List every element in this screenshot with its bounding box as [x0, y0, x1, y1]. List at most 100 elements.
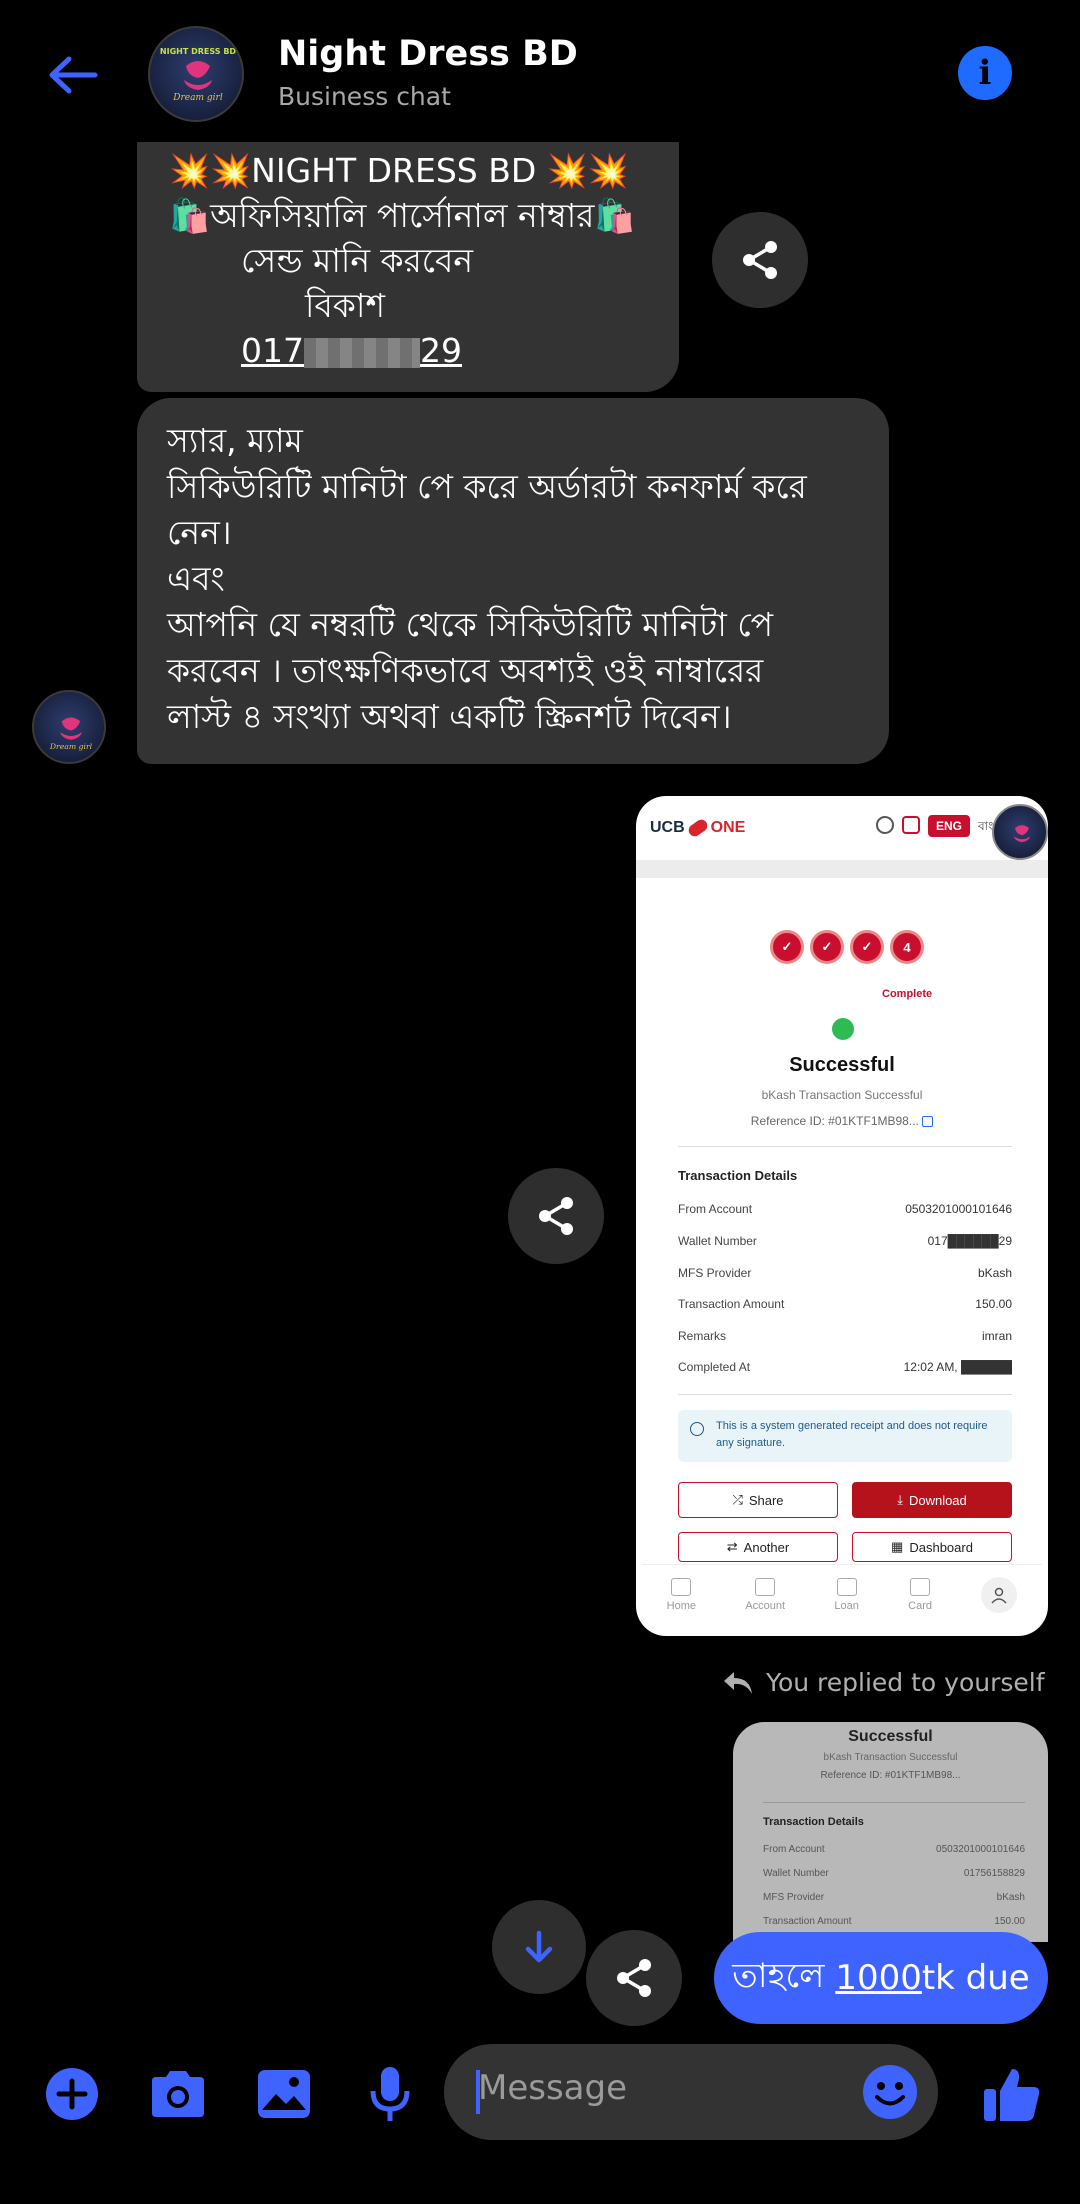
notice-text: This is a system generated receipt and d… [716, 1420, 988, 1449]
receipt-screenshot[interactable]: UCB ONE ENG বাং ✓ ✓ ✓ 4 Complete Success… [636, 796, 1048, 1636]
ucb-one-logo: UCB ONE [650, 817, 746, 839]
detail-value: 01756158829 [963, 1868, 1025, 1879]
share-icon [617, 1959, 651, 1997]
info-button[interactable]: i [958, 46, 1012, 100]
camera-button[interactable] [142, 2058, 214, 2130]
brand-left: UCB [650, 819, 685, 836]
back-arrow-icon [49, 56, 98, 94]
detail-value: 12:02 AM, ██████ [903, 1360, 1012, 1374]
step-done: ✓ [850, 930, 884, 964]
button-label: Another [743, 1539, 790, 1555]
contact-avatar[interactable]: NIGHT DRESS BD Dream girl [148, 26, 244, 122]
message-bubble-payment-info[interactable]: 💥💥NIGHT DRESS BD 💥💥 🛍️অফিসিয়ালি পার্সোন… [137, 142, 679, 392]
message-bubble-sent[interactable]: তাহলে 1000 tk due [714, 1932, 1048, 2024]
message-line: সেন্ড মানি করবেন [241, 241, 474, 280]
reply-indicator: You replied to yourself [722, 1668, 1045, 1697]
step-current: 4 [890, 930, 924, 964]
success-icon [832, 1018, 854, 1040]
message-line: এবং [167, 559, 225, 598]
nav-card: Card [908, 1577, 933, 1612]
like-button[interactable] [976, 2058, 1048, 2130]
amount-link[interactable]: 1000 [835, 1958, 922, 1998]
divider [636, 860, 1048, 878]
brand-logo: NIGHT DRESS BD Dream girl [160, 47, 236, 103]
info-icon [690, 1422, 704, 1436]
detail-label: Remarks [678, 1329, 727, 1343]
details-title: Transaction Details [678, 1168, 798, 1183]
system-notice: This is a system generated receipt and d… [678, 1410, 1012, 1462]
message-line: 🛍️অফিসিয়ালি পার্সোনাল নাম্বার🛍️ [169, 196, 636, 235]
copy-icon [922, 1116, 934, 1128]
emoji-button[interactable] [862, 2064, 918, 2120]
detail-row: From Account 0503201000101646 [678, 1202, 1012, 1216]
sender-avatar[interactable]: Dream girl [32, 690, 106, 764]
brand-right: ONE [710, 819, 746, 836]
language-pill: ENG [928, 815, 971, 837]
share-icon [539, 1197, 573, 1235]
svg-text:Dream girl: Dream girl [49, 742, 93, 751]
share-button[interactable] [508, 1168, 604, 1264]
share-icon: ⤮ [732, 1492, 743, 1507]
loan-icon [836, 1577, 857, 1596]
more-actions-button[interactable] [36, 2058, 108, 2130]
detail-value: bKash [977, 1266, 1012, 1280]
gallery-button[interactable] [248, 2058, 320, 2130]
dashboard-icon: ▦ [891, 1539, 904, 1554]
nav-label: Card [908, 1599, 933, 1612]
nav-account: Account [745, 1577, 785, 1612]
svg-text:Dream girl: Dream girl [172, 93, 223, 103]
detail-row: Wallet Number 017██████29 [678, 1234, 1012, 1248]
message-text: তাহলে [732, 1955, 836, 1996]
share-button[interactable] [586, 1930, 682, 2026]
divider [678, 1394, 1012, 1395]
share-icon [743, 241, 777, 279]
button-label: Download [908, 1492, 967, 1508]
detail-row: MFS Provider bKash [678, 1266, 1012, 1280]
preview-subtitle: bKash Transaction Successful [823, 1752, 958, 1763]
card-icon [910, 1577, 931, 1596]
back-button[interactable] [38, 40, 108, 110]
nav-home: Home [667, 1577, 696, 1612]
detail-value: 150.00 [975, 1297, 1012, 1311]
phone-number-suffix: 29 [420, 331, 462, 370]
message-bubble-instruction[interactable]: স্যার, ম্যাম সিকিউরিটি মানিটা পে করে অর্… [137, 398, 889, 764]
phone-number-link[interactable]: 017 29 [169, 328, 679, 373]
nav-label: Loan [834, 1599, 859, 1612]
message-line: স্যার, ম্যাম [167, 421, 303, 460]
repeat-icon: ⇄ [726, 1539, 738, 1554]
arrow-down-icon [525, 1930, 553, 1963]
button-label: Dashboard [909, 1539, 973, 1555]
divider [763, 1802, 1025, 1803]
message-line: করবেন । তাৎক্ষণিকভাবে অবশ্যই ওই নাম্বারে… [167, 651, 764, 690]
preview-row: From Account 0503201000101646 [763, 1844, 1025, 1855]
message-line: আপনি যে নম্বরটি থেকে সিকিউরিটি মানিটা পে [167, 605, 774, 644]
info-icon: i [978, 53, 992, 93]
plus-circle-icon [46, 2068, 98, 2120]
message-placeholder: Message [478, 2068, 628, 2108]
reply-preview-image[interactable]: Successful bKash Transaction Successful … [733, 1722, 1048, 1942]
dashboard-button: ▦ Dashboard [852, 1532, 1012, 1562]
preview-details-title: Transaction Details [763, 1816, 864, 1828]
message-line: নেন। [167, 513, 232, 552]
reference-id: Reference ID: #01KTF1MB98... [642, 1114, 1042, 1128]
progress-steps: ✓ ✓ ✓ 4 [770, 930, 924, 964]
detail-label: Transaction Amount [678, 1297, 785, 1311]
voice-message-button[interactable] [354, 2058, 426, 2130]
preview-row: Wallet Number 01756158829 [763, 1868, 1025, 1879]
contact-name: Night Dress BD [278, 34, 578, 74]
message-input[interactable]: Message [444, 2044, 938, 2140]
detail-label: Wallet Number [763, 1868, 829, 1879]
receipt-bottom-nav: Home Account Loan Card [642, 1564, 1042, 1624]
reply-label: You replied to yourself [766, 1668, 1045, 1697]
reply-icon [724, 1671, 752, 1694]
scroll-to-bottom-button[interactable] [492, 1900, 586, 1994]
detail-value: 0503201000101646 [905, 1202, 1012, 1216]
message-line: বিকাশ [305, 286, 385, 325]
emoji-icon [863, 2065, 917, 2119]
step-done: ✓ [770, 930, 804, 964]
step-done: ✓ [810, 930, 844, 964]
message-line: লাস্ট ৪ সংখ্যা অথবা একটি স্ক্রিনশট দিবেন… [167, 697, 732, 736]
preview-row: Transaction Amount 150.00 [763, 1916, 1025, 1927]
profile-icon [981, 1576, 1018, 1613]
share-button[interactable] [712, 212, 808, 308]
